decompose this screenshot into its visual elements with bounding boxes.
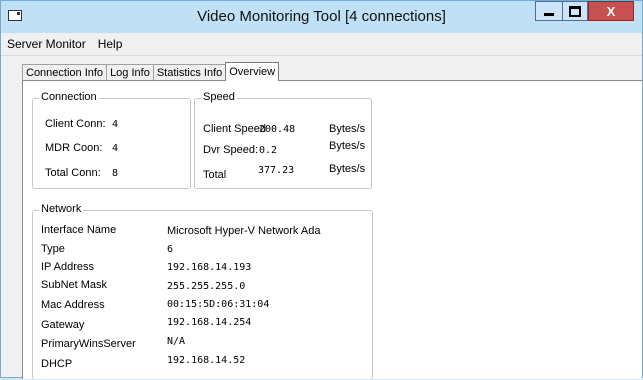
minimize-icon <box>544 13 554 16</box>
dhcp-value: 192.168.14.52 <box>167 355 246 366</box>
mdr-coon-value: 4 <box>112 143 119 154</box>
maximize-button[interactable] <box>562 1 588 21</box>
dhcp-label: DHCP <box>41 358 73 370</box>
interface-name-label: Interface Name <box>41 224 117 236</box>
client-speed-unit: Bytes/s <box>329 123 366 135</box>
client-speed-value: 200.48 <box>259 124 296 135</box>
gateway-label: Gateway <box>41 319 85 331</box>
type-label: Type <box>41 243 65 255</box>
ip-address-label: IP Address <box>41 261 94 273</box>
dvr-speed-value: 0.2 <box>259 145 278 156</box>
connection-group: Connection Client Conn: 4 MDR Coon: 4 To… <box>32 91 191 189</box>
mac-address-value: 00:15:5D:06:31:04 <box>167 299 270 310</box>
client-conn-value: 4 <box>112 119 119 130</box>
tab-statistics-info[interactable]: Statistics Info <box>152 64 227 81</box>
ip-address-value: 192.168.14.193 <box>167 262 252 273</box>
total-conn-value: 8 <box>112 168 119 179</box>
total-speed-value: 377.23 <box>258 165 295 176</box>
mac-address-label: Mac Address <box>41 299 105 311</box>
close-icon: X <box>606 3 616 19</box>
subnet-mask-label: SubNet Mask <box>41 279 108 291</box>
total-speed-unit: Bytes/s <box>329 163 366 175</box>
subnet-mask-value: 255.255.255.0 <box>167 281 246 292</box>
client-speed-label: Client Speed <box>203 123 266 135</box>
tab-log-info[interactable]: Log Info <box>106 64 154 81</box>
menu-help[interactable]: Help <box>92 37 129 51</box>
tab-overview[interactable]: Overview <box>225 62 280 81</box>
dvr-speed-label: Dvr Speed: <box>203 144 259 156</box>
mdr-coon-label: MDR Coon: <box>45 142 103 154</box>
menu-server-monitor[interactable]: Server Monitor <box>1 37 92 51</box>
total-conn-label: Total Conn: <box>45 167 101 179</box>
maximize-icon <box>569 5 581 17</box>
tab-connection-info[interactable]: Connection Info <box>22 64 108 81</box>
dvr-speed-unit: Bytes/s <box>329 140 366 152</box>
network-legend: Network <box>39 203 84 215</box>
app-window: Video Monitoring Tool [4 connections] X … <box>0 0 643 380</box>
minimize-button[interactable] <box>535 1 562 21</box>
primary-wins-value: N/A <box>167 336 186 347</box>
gateway-value: 192.168.14.254 <box>167 317 252 328</box>
close-button[interactable]: X <box>588 1 634 21</box>
speed-legend: Speed <box>201 91 237 103</box>
primary-wins-label: PrimaryWinsServer <box>41 338 136 350</box>
speed-group: Speed Client Speed 200.48 Bytes/s Dvr Sp… <box>194 91 372 189</box>
total-speed-label: Total <box>203 169 227 181</box>
menu-divider <box>1 55 642 56</box>
overview-panel: Connection Client Conn: 4 MDR Coon: 4 To… <box>22 80 642 380</box>
menu-bar: Server Monitor Help <box>1 34 642 54</box>
title-bar[interactable]: Video Monitoring Tool [4 connections] X <box>1 1 642 33</box>
interface-name-value: Microsoft Hyper-V Network Ada <box>167 225 321 237</box>
client-conn-label: Client Conn: <box>45 118 106 130</box>
tab-strip: Connection Info Log Info Statistics Info… <box>22 62 280 81</box>
window-controls: X <box>535 1 634 21</box>
network-group: Network Interface Name Microsoft Hyper-V… <box>32 203 373 380</box>
connection-legend: Connection <box>39 91 99 103</box>
type-value: 6 <box>167 244 174 255</box>
